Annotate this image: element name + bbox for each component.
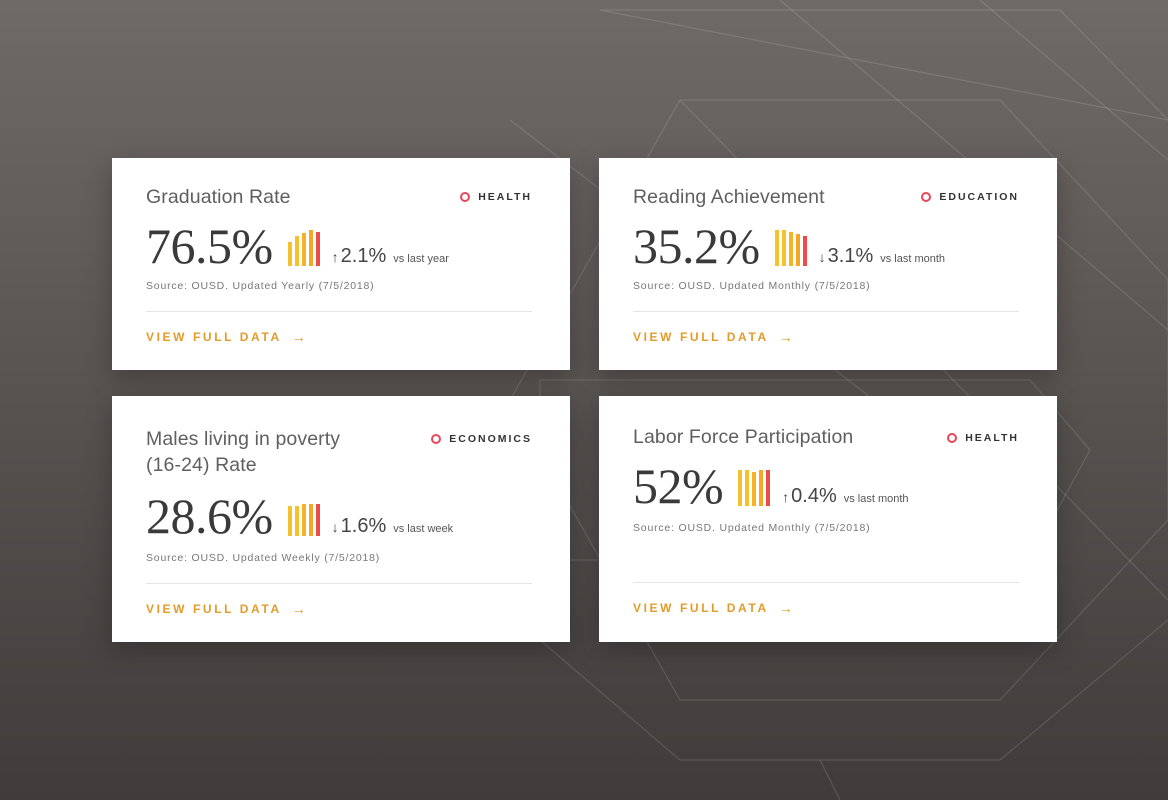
circle-icon bbox=[921, 192, 932, 202]
source-text: Source: OUSD. Updated Weekly (7/5/2018) bbox=[146, 552, 381, 564]
change-comparison: vs last month bbox=[880, 253, 946, 265]
change-indicator: ↓ 1.6% vs last week bbox=[332, 515, 454, 538]
change-value: 0.4% bbox=[791, 485, 837, 507]
metric-value: 52% bbox=[633, 458, 724, 514]
metric-row: 28.6% ↓ 1.6% vs last week bbox=[146, 488, 454, 544]
category-tag: EDUCATION bbox=[921, 191, 1019, 203]
change-indicator: ↑ 0.4% vs last month bbox=[782, 485, 908, 508]
change-value: 3.1% bbox=[827, 245, 874, 267]
divider bbox=[633, 582, 1019, 583]
view-full-data-link[interactable]: VIEW FULL DATA → bbox=[146, 601, 306, 617]
circle-icon bbox=[460, 192, 471, 202]
cta-label: VIEW FULL DATA bbox=[633, 601, 769, 615]
metric-row: 35.2% ↓ 3.1% vs last month bbox=[633, 218, 945, 274]
metric-value: 76.5% bbox=[146, 218, 273, 274]
view-full-data-link[interactable]: VIEW FULL DATA → bbox=[633, 329, 793, 345]
circle-icon bbox=[947, 433, 958, 443]
card-title: Reading Achievement bbox=[633, 186, 825, 208]
card-title: Graduation Rate bbox=[146, 186, 291, 208]
source-text: Source: OUSD. Updated Monthly (7/5/2018) bbox=[633, 280, 871, 292]
source-text: Source: OUSD. Updated Yearly (7/5/2018) bbox=[146, 280, 375, 292]
change-comparison: vs last year bbox=[393, 253, 449, 265]
metric-row: 76.5% ↑ 2.1% vs last year bbox=[146, 218, 449, 274]
arrow-right-icon: → bbox=[291, 601, 306, 617]
change-value: 1.6% bbox=[340, 515, 387, 537]
bar-chart-icon bbox=[738, 470, 771, 506]
divider bbox=[633, 311, 1019, 312]
tag-label: HEALTH bbox=[965, 432, 1019, 444]
arrow-right-icon: → bbox=[291, 329, 306, 345]
divider bbox=[146, 311, 532, 312]
source-text: Source: OUSD. Updated Monthly (7/5/2018) bbox=[633, 522, 871, 534]
change-indicator: ↓ 3.1% vs last month bbox=[819, 245, 945, 268]
change-indicator: ↑ 2.1% vs last year bbox=[332, 245, 449, 268]
tag-label: EDUCATION bbox=[939, 191, 1019, 203]
bar-chart-icon bbox=[287, 230, 320, 266]
bar-chart-icon bbox=[287, 500, 320, 536]
arrow-right-icon: → bbox=[778, 329, 793, 345]
arrow-up-icon: ↑ bbox=[782, 489, 790, 505]
change-comparison: vs last month bbox=[843, 493, 909, 505]
arrow-down-icon: ↓ bbox=[331, 519, 339, 535]
metric-row: 52% ↑ 0.4% vs last month bbox=[633, 458, 909, 514]
divider bbox=[146, 583, 532, 584]
category-tag: HEALTH bbox=[947, 432, 1019, 444]
bar-chart-icon bbox=[774, 230, 807, 266]
arrow-right-icon: → bbox=[778, 600, 793, 616]
tag-label: ECONOMICS bbox=[449, 433, 532, 445]
card-title: Labor Force Participation bbox=[633, 426, 854, 448]
metric-card-graduation-rate: Graduation Rate HEALTH 76.5% ↑ 2.1% vs l… bbox=[112, 158, 570, 370]
metric-value: 35.2% bbox=[633, 218, 760, 274]
view-full-data-link[interactable]: VIEW FULL DATA → bbox=[146, 329, 306, 345]
category-tag: HEALTH bbox=[460, 191, 532, 203]
view-full-data-link[interactable]: VIEW FULL DATA → bbox=[633, 600, 793, 616]
card-title: Males living in poverty (16-24) Rate bbox=[146, 428, 341, 476]
metric-card-labor-force: Labor Force Participation HEALTH 52% ↑ 0… bbox=[599, 396, 1057, 642]
change-comparison: vs last week bbox=[393, 523, 454, 535]
cta-label: VIEW FULL DATA bbox=[146, 330, 282, 344]
change-value: 2.1% bbox=[340, 245, 387, 267]
metric-value: 28.6% bbox=[146, 488, 273, 544]
cta-label: VIEW FULL DATA bbox=[633, 330, 769, 344]
arrow-down-icon: ↓ bbox=[818, 249, 826, 265]
circle-icon bbox=[431, 434, 442, 444]
metric-card-reading-achievement: Reading Achievement EDUCATION 35.2% ↓ 3.… bbox=[599, 158, 1057, 370]
category-tag: ECONOMICS bbox=[431, 433, 532, 445]
tag-label: HEALTH bbox=[478, 191, 532, 203]
cta-label: VIEW FULL DATA bbox=[146, 602, 282, 616]
metric-card-males-poverty: Males living in poverty (16-24) Rate ECO… bbox=[112, 396, 570, 642]
arrow-up-icon: ↑ bbox=[331, 249, 339, 265]
